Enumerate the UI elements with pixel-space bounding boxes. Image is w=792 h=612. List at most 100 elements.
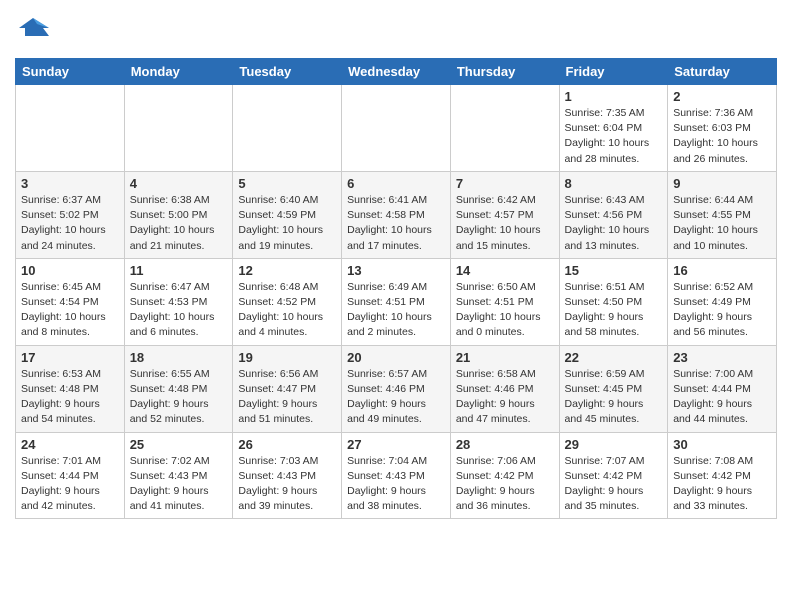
calendar-week-1: 1 Sunrise: 7:35 AM Sunset: 6:04 PM Daylig… [16, 85, 777, 172]
calendar-cell: 2 Sunrise: 7:36 AM Sunset: 6:03 PM Daylig… [668, 85, 777, 172]
page-header [15, 10, 777, 50]
day-number: 2 [673, 89, 771, 104]
calendar-cell [342, 85, 451, 172]
day-number: 6 [347, 176, 445, 191]
calendar-cell [450, 85, 559, 172]
day-info: Sunrise: 7:08 AM Sunset: 4:42 PM Dayligh… [673, 454, 771, 515]
calendar-week-3: 10 Sunrise: 6:45 AM Sunset: 4:54 PM Dayli… [16, 258, 777, 345]
calendar-cell: 3 Sunrise: 6:37 AM Sunset: 5:02 PM Daylig… [16, 171, 125, 258]
day-info: Sunrise: 6:58 AM Sunset: 4:46 PM Dayligh… [456, 367, 554, 428]
day-header-monday: Monday [124, 59, 233, 85]
day-number: 8 [565, 176, 663, 191]
day-number: 5 [238, 176, 336, 191]
day-number: 1 [565, 89, 663, 104]
day-number: 13 [347, 263, 445, 278]
day-number: 3 [21, 176, 119, 191]
day-info: Sunrise: 6:48 AM Sunset: 4:52 PM Dayligh… [238, 280, 336, 341]
day-info: Sunrise: 7:35 AM Sunset: 6:04 PM Dayligh… [565, 106, 663, 167]
calendar-cell: 25 Sunrise: 7:02 AM Sunset: 4:43 PM Dayli… [124, 432, 233, 519]
day-info: Sunrise: 7:00 AM Sunset: 4:44 PM Dayligh… [673, 367, 771, 428]
day-info: Sunrise: 6:42 AM Sunset: 4:57 PM Dayligh… [456, 193, 554, 254]
calendar-week-5: 24 Sunrise: 7:01 AM Sunset: 4:44 PM Dayli… [16, 432, 777, 519]
calendar-cell: 18 Sunrise: 6:55 AM Sunset: 4:48 PM Dayli… [124, 345, 233, 432]
calendar-cell [233, 85, 342, 172]
day-info: Sunrise: 6:59 AM Sunset: 4:45 PM Dayligh… [565, 367, 663, 428]
calendar-cell: 17 Sunrise: 6:53 AM Sunset: 4:48 PM Dayli… [16, 345, 125, 432]
calendar-cell: 1 Sunrise: 7:35 AM Sunset: 6:04 PM Daylig… [559, 85, 668, 172]
day-number: 11 [130, 263, 228, 278]
day-info: Sunrise: 6:50 AM Sunset: 4:51 PM Dayligh… [456, 280, 554, 341]
day-info: Sunrise: 6:55 AM Sunset: 4:48 PM Dayligh… [130, 367, 228, 428]
calendar-cell: 26Sunrise: 7:03 AM Sunset: 4:43 PM Dayli… [233, 432, 342, 519]
day-info: Sunrise: 7:02 AM Sunset: 4:43 PM Dayligh… [130, 454, 228, 515]
day-number: 21 [456, 350, 554, 365]
day-info: Sunrise: 6:43 AM Sunset: 4:56 PM Dayligh… [565, 193, 663, 254]
day-info: Sunrise: 6:52 AM Sunset: 4:49 PM Dayligh… [673, 280, 771, 341]
day-header-tuesday: Tuesday [233, 59, 342, 85]
calendar-cell: 9 Sunrise: 6:44 AM Sunset: 4:55 PM Daylig… [668, 171, 777, 258]
calendar-cell: 19 Sunrise: 6:56 AM Sunset: 4:47 PM Dayli… [233, 345, 342, 432]
day-number: 24 [21, 437, 119, 452]
day-info: Sunrise: 7:01 AM Sunset: 4:44 PM Dayligh… [21, 454, 119, 515]
day-info: Sunrise: 6:45 AM Sunset: 4:54 PM Dayligh… [21, 280, 119, 341]
day-number: 17 [21, 350, 119, 365]
day-number: 12 [238, 263, 336, 278]
calendar-cell: 21 Sunrise: 6:58 AM Sunset: 4:46 PM Dayli… [450, 345, 559, 432]
day-info: Sunrise: 6:47 AM Sunset: 4:53 PM Dayligh… [130, 280, 228, 341]
day-number: 30 [673, 437, 771, 452]
day-number: 4 [130, 176, 228, 191]
calendar-cell [16, 85, 125, 172]
calendar-cell: 6 Sunrise: 6:41 AM Sunset: 4:58 PM Daylig… [342, 171, 451, 258]
calendar-cell: 10 Sunrise: 6:45 AM Sunset: 4:54 PM Dayli… [16, 258, 125, 345]
day-info: Sunrise: 7:07 AM Sunset: 4:42 PM Dayligh… [565, 454, 663, 515]
day-info: Sunrise: 7:06 AM Sunset: 4:42 PM Dayligh… [456, 454, 554, 515]
day-info: Sunrise: 6:38 AM Sunset: 5:00 PM Dayligh… [130, 193, 228, 254]
day-info: Sunrise: 6:51 AM Sunset: 4:50 PM Dayligh… [565, 280, 663, 341]
calendar-cell: 4 Sunrise: 6:38 AM Sunset: 5:00 PM Daylig… [124, 171, 233, 258]
calendar-cell: 28Sunrise: 7:06 AM Sunset: 4:42 PM Dayli… [450, 432, 559, 519]
calendar-cell: 7 Sunrise: 6:42 AM Sunset: 4:57 PM Daylig… [450, 171, 559, 258]
calendar-cell: 12 Sunrise: 6:48 AM Sunset: 4:52 PM Dayli… [233, 258, 342, 345]
calendar-week-2: 3 Sunrise: 6:37 AM Sunset: 5:02 PM Daylig… [16, 171, 777, 258]
day-number: 7 [456, 176, 554, 191]
day-info: Sunrise: 6:44 AM Sunset: 4:55 PM Dayligh… [673, 193, 771, 254]
day-info: Sunrise: 6:56 AM Sunset: 4:47 PM Dayligh… [238, 367, 336, 428]
day-number: 15 [565, 263, 663, 278]
calendar-cell: 15 Sunrise: 6:51 AM Sunset: 4:50 PM Dayli… [559, 258, 668, 345]
calendar-week-4: 17 Sunrise: 6:53 AM Sunset: 4:48 PM Dayli… [16, 345, 777, 432]
day-number: 25 [130, 437, 228, 452]
calendar-cell: 22 Sunrise: 6:59 AM Sunset: 4:45 PM Dayli… [559, 345, 668, 432]
day-info: Sunrise: 6:57 AM Sunset: 4:46 PM Dayligh… [347, 367, 445, 428]
day-info: Sunrise: 6:53 AM Sunset: 4:48 PM Dayligh… [21, 367, 119, 428]
day-info: Sunrise: 7:04 AM Sunset: 4:43 PM Dayligh… [347, 454, 445, 515]
day-number: 10 [21, 263, 119, 278]
calendar-cell [124, 85, 233, 172]
calendar-cell: 13 Sunrise: 6:49 AM Sunset: 4:51 PM Dayli… [342, 258, 451, 345]
day-info: Sunrise: 6:49 AM Sunset: 4:51 PM Dayligh… [347, 280, 445, 341]
day-info: Sunrise: 7:03 AM Sunset: 4:43 PM Dayligh… [238, 454, 336, 515]
day-header-friday: Friday [559, 59, 668, 85]
day-info: Sunrise: 6:41 AM Sunset: 4:58 PM Dayligh… [347, 193, 445, 254]
calendar-cell: 8 Sunrise: 6:43 AM Sunset: 4:56 PM Daylig… [559, 171, 668, 258]
logo [15, 14, 55, 50]
calendar-cell: 30 Sunrise: 7:08 AM Sunset: 4:42 PM Dayli… [668, 432, 777, 519]
day-header-saturday: Saturday [668, 59, 777, 85]
day-info: Sunrise: 6:37 AM Sunset: 5:02 PM Dayligh… [21, 193, 119, 254]
day-number: 18 [130, 350, 228, 365]
day-number: 9 [673, 176, 771, 191]
day-number: 16 [673, 263, 771, 278]
day-number: 27 [347, 437, 445, 452]
day-info: Sunrise: 6:40 AM Sunset: 4:59 PM Dayligh… [238, 193, 336, 254]
day-number: 22 [565, 350, 663, 365]
day-number: 29 [565, 437, 663, 452]
calendar-cell: 5 Sunrise: 6:40 AM Sunset: 4:59 PM Daylig… [233, 171, 342, 258]
day-number: 20 [347, 350, 445, 365]
calendar-table: SundayMondayTuesdayWednesdayThursdayFrid… [15, 58, 777, 519]
day-header-thursday: Thursday [450, 59, 559, 85]
day-number: 19 [238, 350, 336, 365]
day-info: Sunrise: 7:36 AM Sunset: 6:03 PM Dayligh… [673, 106, 771, 167]
calendar-cell: 24 Sunrise: 7:01 AM Sunset: 4:44 PM Dayli… [16, 432, 125, 519]
calendar-cell: 11 Sunrise: 6:47 AM Sunset: 4:53 PM Dayli… [124, 258, 233, 345]
day-number: 14 [456, 263, 554, 278]
calendar-cell: 20 Sunrise: 6:57 AM Sunset: 4:46 PM Dayli… [342, 345, 451, 432]
